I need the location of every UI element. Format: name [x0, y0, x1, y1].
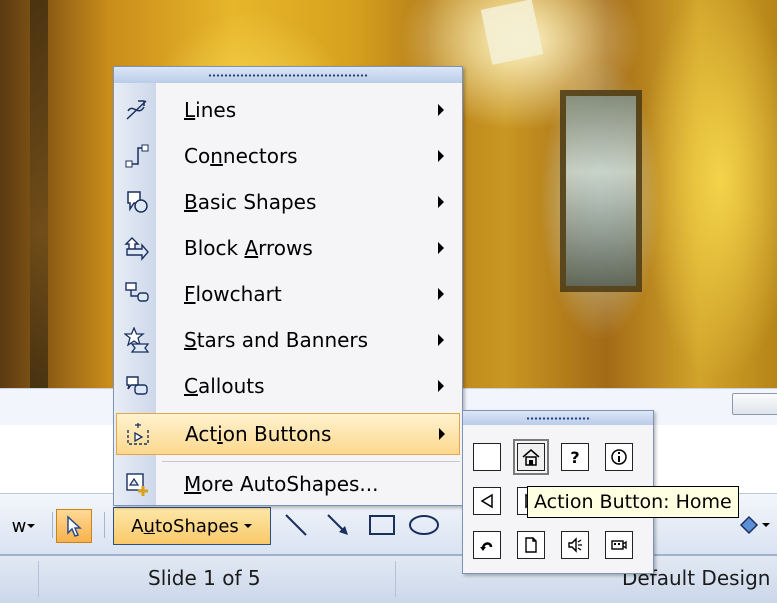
- autoshapes-menu-button[interactable]: AutoShapes: [113, 507, 271, 545]
- grip-dots: [208, 73, 368, 77]
- autoshapes-label-text: AutoShapes: [131, 515, 239, 537]
- action-button-return[interactable]: [473, 531, 501, 559]
- submenu-drag-handle[interactable]: [463, 411, 653, 425]
- menu-drag-handle[interactable]: [114, 67, 462, 83]
- menu-item-label: Callouts: [184, 374, 265, 398]
- autoshapes-menu: Lines Connectors Basic Shapes Block Arro…: [113, 66, 463, 506]
- flowchart-icon: [122, 279, 152, 309]
- menu-item-label: Lines: [184, 98, 237, 122]
- select-objects-button[interactable]: [56, 509, 92, 543]
- menu-item-lines[interactable]: Lines: [116, 89, 460, 131]
- menu-item-flowchart[interactable]: Flowchart: [116, 273, 460, 315]
- menu-item-label: More AutoShapes...: [184, 472, 379, 496]
- submenu-arrow-icon: [438, 242, 444, 254]
- block-arrows-icon: [122, 233, 152, 263]
- submenu-arrow-icon: [439, 428, 445, 440]
- information-icon: [611, 449, 627, 465]
- menu-item-basic-shapes[interactable]: Basic Shapes: [116, 181, 460, 223]
- more-autoshapes-icon: [122, 469, 152, 499]
- scrollbar-thumb[interactable]: [732, 393, 777, 415]
- menu-item-label: Block Arrows: [184, 236, 313, 260]
- submenu-arrow-icon: [438, 288, 444, 300]
- lines-icon: [122, 95, 152, 125]
- menu-item-label: Flowchart: [184, 282, 282, 306]
- oval-tool-button[interactable]: [404, 509, 444, 541]
- help-icon: ?: [570, 447, 580, 467]
- menu-item-label: Action Buttons: [185, 422, 332, 446]
- menu-item-label: Basic Shapes: [184, 190, 317, 214]
- dropdown-arrow-icon: [27, 524, 36, 528]
- line-tool-button[interactable]: [280, 509, 312, 541]
- tooltip: Action Button: Home: [527, 486, 739, 518]
- home-icon: [522, 449, 540, 466]
- menu-item-block-arrows[interactable]: Block Arrows: [116, 227, 460, 269]
- status-separator: [38, 561, 39, 597]
- submenu-arrow-icon: [438, 334, 444, 346]
- menu-divider: [162, 461, 460, 462]
- action-button-movie[interactable]: [605, 531, 633, 559]
- submenu-arrow-icon: [438, 150, 444, 162]
- dropdown-arrow-icon: [761, 523, 770, 527]
- slide-counter: Slide 1 of 5: [148, 566, 261, 590]
- connectors-icon: [122, 141, 152, 171]
- arrow-line-icon: [327, 514, 348, 535]
- menu-item-action-buttons[interactable]: Action Buttons: [116, 413, 460, 455]
- oval-icon: [409, 515, 439, 535]
- rectangle-tool-button[interactable]: [364, 509, 400, 541]
- action-button-information[interactable]: [605, 443, 633, 471]
- slide-art-paper: [480, 0, 544, 65]
- cursor-arrow-icon: [67, 515, 82, 537]
- movie-icon: [611, 540, 627, 550]
- action-button-sound[interactable]: [561, 531, 589, 559]
- action-button-home[interactable]: [513, 439, 549, 475]
- action-button-document[interactable]: [517, 531, 545, 559]
- autoshapes-label: AutoShapes: [131, 516, 239, 537]
- menu-item-stars-and-banners[interactable]: Stars and Banners: [116, 319, 460, 361]
- grip-dots: [526, 416, 590, 420]
- menu-item-label: Connectors: [184, 144, 298, 168]
- draw-menu-label: w: [11, 515, 27, 537]
- return-icon: [480, 542, 493, 551]
- toolbar-separator: [104, 512, 105, 538]
- speaker-icon: [568, 537, 582, 553]
- callouts-icon: [122, 371, 152, 401]
- document-icon: [525, 537, 537, 553]
- action-button-back[interactable]: [473, 487, 501, 515]
- menu-item-callouts[interactable]: Callouts: [116, 365, 460, 407]
- menu-item-connectors[interactable]: Connectors: [116, 135, 460, 177]
- draw-menu-button[interactable]: w: [0, 511, 48, 541]
- action-buttons-icon: [123, 419, 153, 449]
- back-arrow-icon: [480, 493, 493, 509]
- submenu-arrow-icon: [438, 104, 444, 116]
- paint-bucket-icon: [739, 515, 758, 535]
- menu-item-more-autoshapes[interactable]: More AutoShapes...: [116, 463, 460, 505]
- rectangle-icon: [369, 515, 395, 535]
- submenu-arrow-icon: [438, 380, 444, 392]
- menu-item-label: Stars and Banners: [184, 328, 369, 352]
- arrow-tool-button[interactable]: [322, 509, 354, 541]
- dropdown-arrow-icon: [243, 524, 252, 528]
- stars-banners-icon: [122, 325, 152, 355]
- action-button-help[interactable]: ?: [561, 443, 589, 471]
- toolbar-separator: [52, 512, 53, 538]
- action-button-custom[interactable]: [473, 443, 501, 471]
- basic-shapes-icon: [122, 187, 152, 217]
- submenu-arrow-icon: [438, 196, 444, 208]
- status-separator: [395, 561, 396, 597]
- line-icon: [285, 514, 307, 536]
